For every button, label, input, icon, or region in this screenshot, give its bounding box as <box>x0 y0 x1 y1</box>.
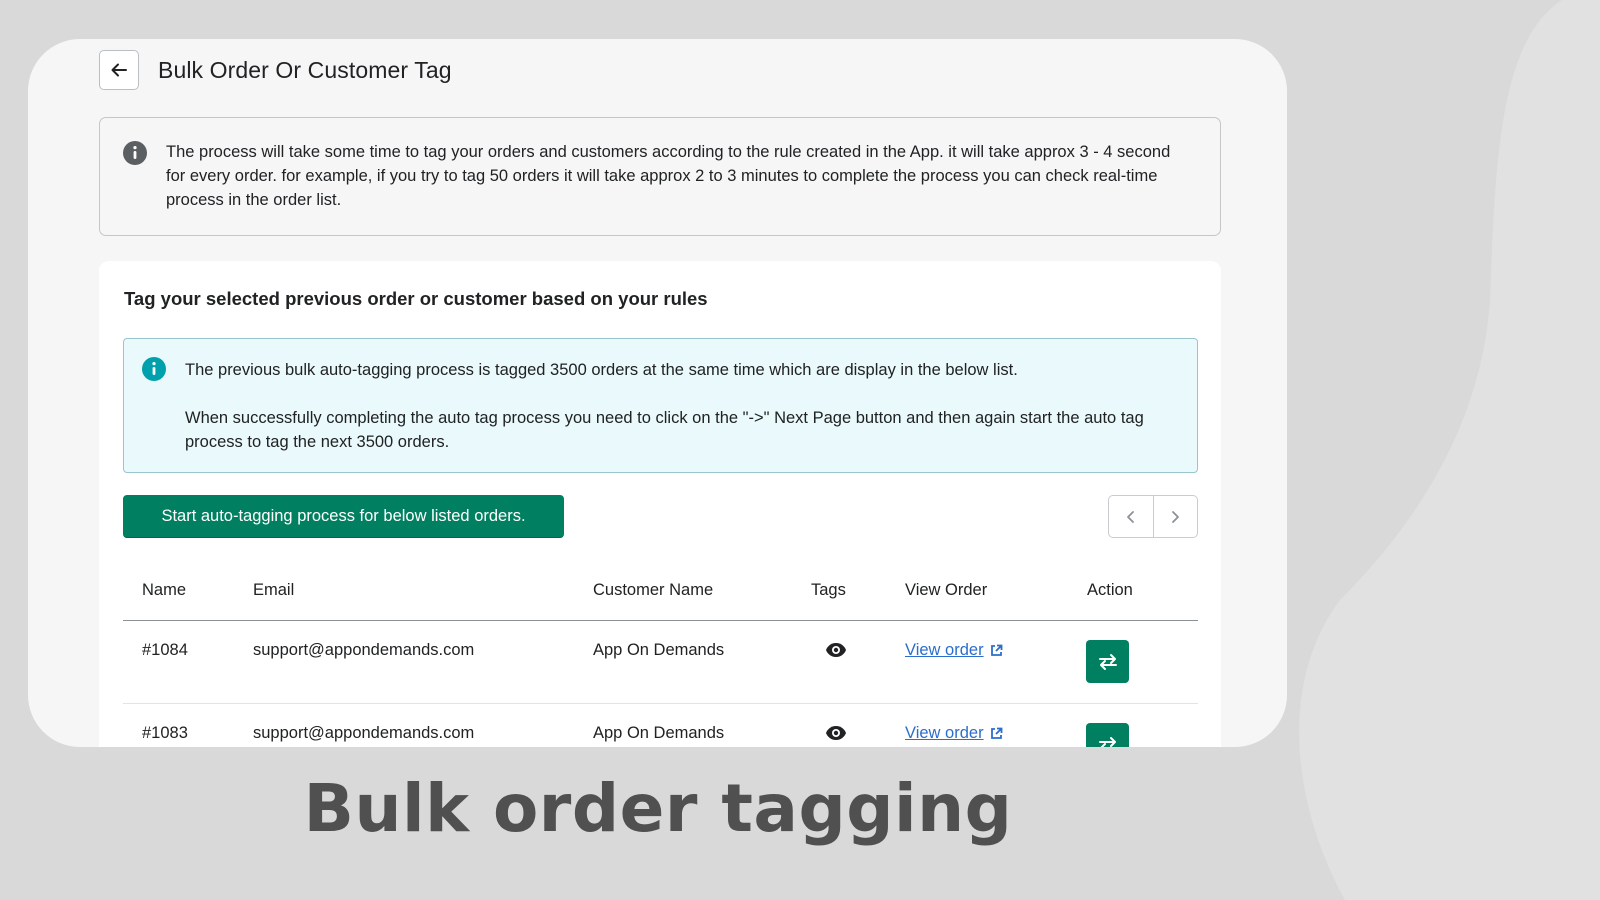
process-notice: The process will take some time to tag y… <box>99 117 1221 236</box>
column-header-name: Name <box>142 581 187 599</box>
previous-page-button[interactable] <box>1109 496 1154 537</box>
customer-name: App On Demands <box>593 724 725 742</box>
view-order-label: View order <box>905 641 984 659</box>
start-auto-tagging-button[interactable]: Start auto-tagging process for below lis… <box>123 495 564 538</box>
panel-title: Tag your selected previous order or cust… <box>124 288 708 309</box>
order-name: #1084 <box>142 641 188 659</box>
column-header-customer-name: Customer Name <box>593 581 714 599</box>
orders-table: Name Email Customer Name Tags View Order… <box>123 561 1198 747</box>
promo-caption: Bulk order tagging <box>303 770 1013 847</box>
eye-icon <box>826 726 846 740</box>
pagination <box>1108 495 1198 538</box>
back-button[interactable] <box>99 50 139 90</box>
arrow-left-icon <box>111 63 127 77</box>
tag-order-button[interactable] <box>1086 723 1129 747</box>
customer-name: App On Demands <box>593 641 725 659</box>
external-link-icon <box>990 727 1002 739</box>
bulk-tag-panel: Tag your selected previous order or cust… <box>99 261 1221 747</box>
banner-text-line2: When successfully completing the auto ta… <box>185 409 1144 451</box>
column-header-email: Email <box>253 581 295 599</box>
chevron-right-icon <box>1172 510 1180 523</box>
table-row: #1084 support@appondemands.com App On De… <box>123 621 1198 704</box>
notice-text: The process will take some time to tag y… <box>166 143 1171 209</box>
chevron-left-icon <box>1126 510 1134 523</box>
app-window: Bulk Order Or Customer Tag The process w… <box>28 39 1287 747</box>
info-banner: The previous bulk auto-tagging process i… <box>123 338 1198 473</box>
view-tags-button[interactable] <box>825 725 847 746</box>
view-order-link[interactable]: View order <box>905 641 1003 660</box>
info-circle-icon <box>123 141 147 165</box>
order-name: #1083 <box>142 724 188 742</box>
column-header-view-order: View Order <box>905 581 988 599</box>
table-header: Name Email Customer Name Tags View Order… <box>123 561 1198 621</box>
tag-order-button[interactable] <box>1086 640 1129 683</box>
column-header-action: Action <box>1087 581 1133 599</box>
table-row: #1083 support@appondemands.com App On De… <box>123 704 1198 747</box>
page-header: Bulk Order Or Customer Tag <box>99 50 452 90</box>
view-tags-button[interactable] <box>825 642 847 663</box>
banner-text-line1: The previous bulk auto-tagging process i… <box>185 361 1018 379</box>
external-link-icon <box>990 644 1002 656</box>
order-email: support@appondemands.com <box>253 641 475 659</box>
next-page-button[interactable] <box>1154 496 1198 537</box>
swap-arrows-icon <box>1098 736 1117 747</box>
info-circle-icon <box>142 357 166 381</box>
view-order-label: View order <box>905 724 984 742</box>
eye-icon <box>826 643 846 657</box>
swap-arrows-icon <box>1098 653 1117 670</box>
view-order-link[interactable]: View order <box>905 724 1003 743</box>
order-email: support@appondemands.com <box>253 724 475 742</box>
page-title: Bulk Order Or Customer Tag <box>158 56 452 83</box>
column-header-tags: Tags <box>811 581 846 599</box>
